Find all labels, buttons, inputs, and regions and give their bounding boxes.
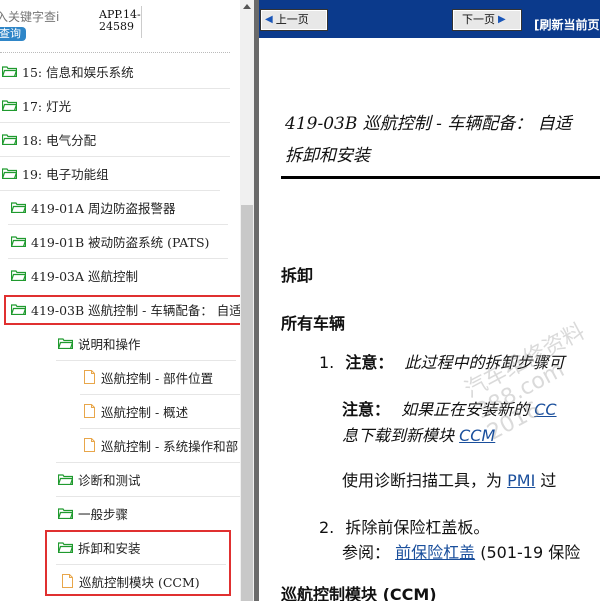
tree-label: 15: 信息和娱乐系统 (22, 64, 134, 80)
tree-folder-419-03a[interactable]: 419-03A 巡航控制 (11, 258, 138, 292)
note-text: 息下载到新模块 (342, 426, 455, 445)
tree-label: 419-01A 周边防盗报警器 (31, 200, 176, 216)
document-icon (84, 438, 95, 452)
document-icon (84, 404, 95, 418)
ref-label: 参阅： (342, 543, 391, 562)
app-code-label: APP.14-24589 (99, 8, 141, 33)
tree-label: 巡航控制 - 部件位置 (101, 370, 214, 386)
document-body: 419-03B 巡航控制 - 车辆配备： 自适 拆卸和安装 拆卸 所有车辆 1.… (259, 38, 600, 601)
ref-tail: (501-19 保险 (480, 543, 581, 562)
highlight-box (45, 530, 231, 596)
step-1-note-2: 注意： 如果正在安装新的 CC (342, 398, 557, 422)
next-page-label: 下一页 (462, 13, 495, 26)
heading-removal: 拆卸 (281, 266, 314, 285)
tree-folder-18[interactable]: 18: 电气分配 (2, 122, 96, 156)
left-pane: 查询 APP.14-24589 15: 信息和娱乐系统 17: 灯光 18: 电… (0, 0, 254, 601)
title-line-2: 拆卸和安装 (285, 146, 370, 166)
nav-tree-panel: 查询 APP.14-24589 15: 信息和娱乐系统 17: 灯光 18: 电… (0, 0, 240, 601)
search-input[interactable] (0, 8, 68, 26)
prev-page-button[interactable]: ◀ 上一页 (260, 9, 328, 31)
content-pane: ◀ 上一页 下一页 ▶ [刷新当前页 419-03B 巡航控制 - 车辆配备： … (259, 0, 600, 601)
ccm-link[interactable]: CC (534, 400, 556, 419)
step-number: 1. (319, 353, 335, 372)
nav-toolbar: ◀ 上一页 下一页 ▶ [刷新当前页 (259, 0, 600, 38)
tree-label: 419-01B 被动防盗系统 (PATS) (31, 234, 210, 250)
search-button[interactable]: 查询 (0, 27, 26, 41)
folder-open-icon (11, 201, 26, 213)
next-page-button[interactable]: 下一页 ▶ (452, 9, 522, 31)
tree-folder-419-01a[interactable]: 419-01A 周边防盗报警器 (11, 190, 176, 224)
tree-label: 17: 灯光 (22, 98, 72, 114)
page-title: 419-03B 巡航控制 - 车辆配备： 自适 拆卸和安装 (285, 108, 600, 172)
folder-open-icon (2, 167, 17, 179)
tree-label: 19: 电子功能组 (22, 166, 109, 182)
tree-folder-19[interactable]: 19: 电子功能组 (2, 156, 109, 190)
header-separator (0, 52, 230, 53)
tree-label: 巡航控制 - 系统操作和部 (101, 438, 239, 454)
step-text: 使用诊断扫描工具，为 (342, 471, 503, 490)
tree-label: 说明和操作 (78, 336, 141, 352)
tree-label: 一般步骤 (78, 506, 129, 522)
tree-doc-component-location[interactable]: 巡航控制 - 部件位置 (84, 360, 213, 394)
prev-page-label: 上一页 (275, 13, 309, 26)
folder-open-icon (2, 99, 17, 111)
tree-label: 诊断和测试 (78, 472, 141, 488)
note-text: 此过程中的拆卸步骤可 (404, 353, 565, 372)
step-text: 过 (540, 471, 557, 490)
tree-doc-system-operation[interactable]: 巡航控制 - 系统操作和部 (84, 428, 238, 462)
tree-doc-overview[interactable]: 巡航控制 - 概述 (84, 394, 188, 428)
folder-open-icon (58, 473, 73, 485)
folder-open-icon (2, 133, 17, 145)
step-1-use-scan-tool: 使用诊断扫描工具，为 PMI 过 (342, 469, 556, 493)
scrollbar-thumb[interactable] (241, 205, 253, 601)
arrow-left-icon: ◀ (265, 14, 273, 25)
step-2: 2. 拆除前保险杠盖板。 (319, 516, 489, 540)
folder-open-icon (58, 337, 73, 349)
note-label: 注意： (342, 400, 391, 419)
header-divider (141, 6, 142, 38)
pmi-link[interactable]: PMI (507, 471, 535, 490)
heading-all-vehicles: 所有车辆 (281, 314, 346, 333)
folder-open-icon (2, 65, 17, 77)
ccm-link[interactable]: CCM (459, 426, 495, 445)
highlight-box (4, 295, 240, 325)
document-icon (84, 370, 95, 384)
sidebar-scrollbar[interactable] (240, 0, 254, 601)
tree-folder-419-01b[interactable]: 419-01B 被动防盗系统 (PATS) (11, 224, 209, 258)
tree-folder-general-procedures[interactable]: 一般步骤 (58, 496, 128, 530)
step-1-note-2-line-2: 息下载到新模块 CCM (342, 424, 495, 448)
title-line-1: 419-03B 巡航控制 - 车辆配备： 自适 (285, 114, 572, 134)
front-bumper-cover-link[interactable]: 前保险杠盖 (395, 543, 475, 562)
tree-folder-15[interactable]: 15: 信息和娱乐系统 (2, 54, 134, 88)
tree-label: 18: 电气分配 (22, 132, 97, 148)
arrow-right-icon: ▶ (498, 14, 506, 25)
folder-open-icon (11, 235, 26, 247)
step-1-note: 1. 注意： 此过程中的拆卸步骤可 (319, 351, 564, 375)
note-label: 注意： (345, 353, 394, 372)
tree-folder-17[interactable]: 17: 灯光 (2, 88, 71, 122)
tree-folder-description[interactable]: 说明和操作 (58, 326, 141, 360)
scroll-up-arrow-icon[interactable] (240, 0, 254, 14)
section-heading-ccm: 巡航控制模块 (CCM) (281, 585, 437, 601)
tree-folder-diagnosis[interactable]: 诊断和测试 (58, 462, 141, 496)
step-text: 拆除前保险杠盖板。 (345, 518, 490, 537)
note-text: 如果正在安装新的 (401, 400, 530, 419)
refresh-page-link[interactable]: [刷新当前页 (534, 16, 600, 33)
title-rule (281, 176, 600, 179)
tree-label: 419-03A 巡航控制 (31, 268, 138, 284)
tree-label: 巡航控制 - 概述 (101, 404, 189, 420)
folder-open-icon (58, 507, 73, 519)
folder-open-icon (11, 269, 26, 281)
step-2-reference: 参阅： 前保险杠盖 (501-19 保险 (342, 541, 580, 565)
step-number: 2. (319, 518, 335, 537)
